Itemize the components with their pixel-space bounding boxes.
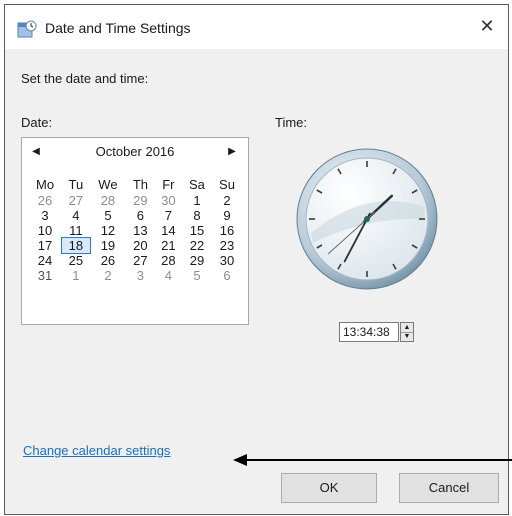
calendar-day[interactable]: 29 [126,193,155,208]
calendar-day[interactable]: 22 [182,238,212,253]
calendar-day[interactable]: 14 [155,223,182,238]
calendar-week-row: 31 1 2 3 4 5 6 [28,268,242,283]
calendar-day[interactable]: 19 [90,238,126,253]
calendar-day[interactable]: 4 [155,268,182,283]
weekday-header: Fr [162,177,175,192]
analog-clock [296,148,438,290]
calendar-day[interactable]: 3 [126,268,155,283]
calendar-day[interactable]: 28 [155,253,182,268]
calendar-day[interactable]: 31 [28,268,62,283]
calendar-day[interactable]: 27 [126,253,155,268]
ok-button[interactable]: OK [281,473,377,503]
calendar-day[interactable]: 16 [212,223,242,238]
calendar-day[interactable]: 17 [28,238,62,253]
calendar-day[interactable]: 23 [212,238,242,253]
annotation-arrow-icon [233,454,512,466]
calendar-week-row: 26 27 28 29 30 1 2 [28,193,242,208]
calendar-day[interactable]: 12 [90,223,126,238]
calendar-day[interactable]: 4 [62,208,90,223]
calendar-day[interactable]: 20 [126,238,155,253]
calendar-day[interactable]: 7 [155,208,182,223]
next-month-button[interactable]: ▶ [224,144,240,160]
window-title: Date and Time Settings [45,20,191,36]
dialog-heading: Set the date and time: [21,71,149,86]
calendar-day[interactable]: 15 [182,223,212,238]
calendar-week-row: 3 4 5 6 7 8 9 [28,208,242,223]
calendar-day[interactable]: 1 [62,268,90,283]
calendar-day[interactable]: 30 [155,193,182,208]
calendar-day[interactable]: 25 [62,253,90,268]
time-label: Time: [275,115,308,130]
weekday-header: Su [219,177,235,192]
calendar-month-title[interactable]: October 2016 [22,144,248,159]
weekday-header: Tu [68,177,84,192]
calendar[interactable]: ◀ October 2016 ▶ Mo Tu We Th Fr Sa Su 26… [21,137,249,325]
spin-down-icon[interactable]: ▼ [401,332,413,341]
calendar-day[interactable]: 2 [90,268,126,283]
calendar-day[interactable]: 3 [28,208,62,223]
calendar-week-row: 24 25 26 27 28 29 30 [28,253,242,268]
title-bar: Date and Time Settings ✕ [5,5,508,49]
dialog-content: Set the date and time: Date: Time: ◀ Oct… [5,49,512,514]
calendar-day[interactable]: 24 [28,253,62,268]
calendar-week-row: 17 18 19 20 21 22 23 [28,237,242,254]
calendar-day[interactable]: 26 [90,253,126,268]
calendar-day[interactable]: 30 [212,253,242,268]
calendar-day[interactable]: 13 [126,223,155,238]
weekday-header: We [98,177,118,192]
calendar-grid: Mo Tu We Th Fr Sa Su 26 27 28 29 30 1 2 … [28,176,242,283]
clock-center [364,216,370,222]
date-time-icon [17,20,37,38]
calendar-day-selected[interactable]: 18 [61,237,91,254]
calendar-day[interactable]: 6 [126,208,155,223]
calendar-day[interactable]: 5 [182,268,212,283]
weekday-header-row: Mo Tu We Th Fr Sa Su [28,176,242,193]
calendar-day[interactable]: 6 [212,268,242,283]
date-time-dialog: Date and Time Settings ✕ Set the date an… [4,4,512,515]
close-icon[interactable]: ✕ [476,15,498,37]
calendar-day[interactable]: 8 [182,208,212,223]
cancel-button[interactable]: Cancel [399,473,499,503]
calendar-week-row: 10 11 12 13 14 15 16 [28,223,242,238]
calendar-day[interactable]: 5 [90,208,126,223]
date-label: Date: [21,115,53,130]
weekday-header: Th [132,177,148,192]
calendar-day[interactable]: 10 [28,223,62,238]
calendar-day[interactable]: 1 [182,193,212,208]
calendar-day[interactable]: 11 [62,223,90,238]
calendar-day[interactable]: 29 [182,253,212,268]
change-calendar-settings-link[interactable]: Change calendar settings [23,443,170,458]
weekday-header: Mo [35,177,55,192]
calendar-day[interactable]: 26 [28,193,62,208]
calendar-day[interactable]: 9 [212,208,242,223]
calendar-day[interactable]: 27 [62,193,90,208]
time-spinner[interactable]: ▲ ▼ [400,322,414,342]
time-input[interactable]: 13:34:38 [339,322,399,342]
calendar-day[interactable]: 21 [155,238,182,253]
calendar-day[interactable]: 28 [90,193,126,208]
weekday-header: Sa [189,177,205,192]
calendar-day[interactable]: 2 [212,193,242,208]
